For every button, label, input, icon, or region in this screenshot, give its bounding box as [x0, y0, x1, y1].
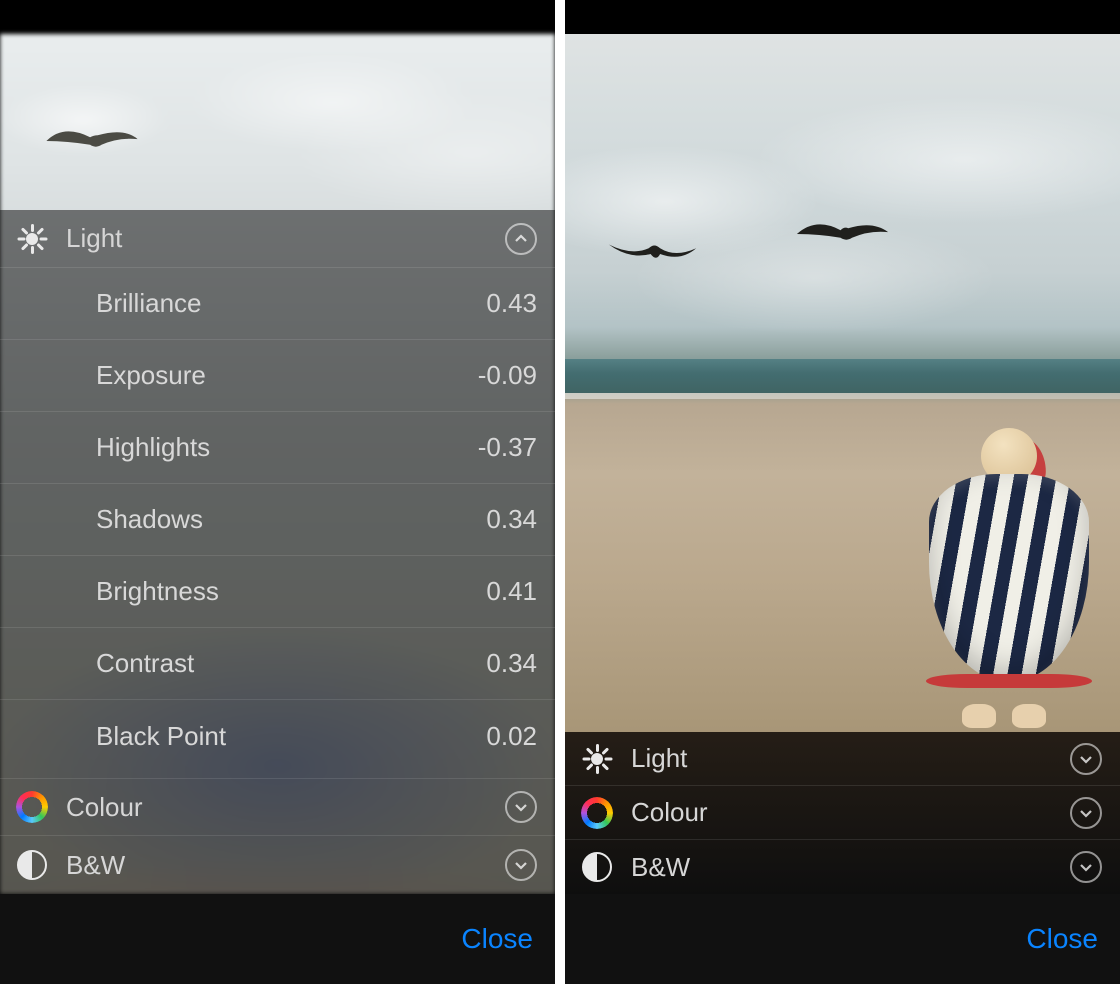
- bottom-bar-left: Close: [0, 894, 555, 984]
- bw-half-circle-icon: [14, 847, 50, 883]
- param-black-point[interactable]: Black Point 0.02: [0, 700, 555, 772]
- param-contrast[interactable]: Contrast 0.34: [0, 628, 555, 700]
- phone-screen-left: Light Brilliance 0.43 Exposure -0.09 Hig…: [0, 0, 555, 984]
- chevron-down-icon: [1070, 851, 1102, 883]
- child-figure: [924, 428, 1094, 728]
- bottom-bar-right: Close: [565, 894, 1120, 984]
- close-button[interactable]: Close: [461, 923, 533, 955]
- param-brilliance[interactable]: Brilliance 0.43: [0, 268, 555, 340]
- section-bw-label: B&W: [631, 852, 1070, 883]
- status-bar: [0, 0, 555, 34]
- bird-icon: [42, 122, 142, 160]
- param-highlights[interactable]: Highlights -0.37: [0, 412, 555, 484]
- sunshine-icon: [579, 741, 615, 777]
- section-bw-label: B&W: [66, 850, 505, 881]
- param-value: -0.09: [478, 360, 537, 391]
- param-value: 0.34: [486, 504, 537, 535]
- chevron-down-icon: [1070, 797, 1102, 829]
- chevron-down-icon: [1070, 743, 1102, 775]
- param-label: Black Point: [96, 721, 486, 752]
- param-exposure[interactable]: Exposure -0.09: [0, 340, 555, 412]
- adjustments-panel-left: Light Brilliance 0.43 Exposure -0.09 Hig…: [0, 210, 555, 894]
- chevron-down-icon: [505, 791, 537, 823]
- photo-preview-right: [565, 34, 1120, 732]
- section-light[interactable]: Light: [565, 732, 1120, 786]
- param-label: Exposure: [96, 360, 478, 391]
- param-value: 0.41: [486, 576, 537, 607]
- param-label: Brilliance: [96, 288, 486, 319]
- section-bw[interactable]: B&W: [565, 840, 1120, 894]
- section-light[interactable]: Light: [0, 210, 555, 268]
- chevron-down-icon: [505, 849, 537, 881]
- bird-icon: [605, 234, 700, 274]
- param-value: 0.34: [486, 648, 537, 679]
- bw-half-circle-icon: [579, 849, 615, 885]
- param-label: Brightness: [96, 576, 486, 607]
- section-colour[interactable]: Colour: [0, 778, 555, 836]
- section-light-label: Light: [66, 223, 505, 254]
- close-button[interactable]: Close: [1026, 923, 1098, 955]
- section-colour-label: Colour: [631, 797, 1070, 828]
- param-brightness[interactable]: Brightness 0.41: [0, 556, 555, 628]
- adjustments-panel-right: Light Colour B&W: [565, 732, 1120, 894]
- param-label: Highlights: [96, 432, 478, 463]
- bird-icon: [795, 212, 890, 256]
- section-colour[interactable]: Colour: [565, 786, 1120, 840]
- phone-screen-right: Light Colour B&W: [565, 0, 1120, 984]
- rainbow-ring-icon: [579, 795, 615, 831]
- rainbow-ring-icon: [14, 789, 50, 825]
- param-shadows[interactable]: Shadows 0.34: [0, 484, 555, 556]
- section-bw[interactable]: B&W: [0, 836, 555, 894]
- param-label: Shadows: [96, 504, 486, 535]
- chevron-up-icon: [505, 223, 537, 255]
- param-label: Contrast: [96, 648, 486, 679]
- section-colour-label: Colour: [66, 792, 505, 823]
- light-params-list: Brilliance 0.43 Exposure -0.09 Highlight…: [0, 268, 555, 778]
- param-value: -0.37: [478, 432, 537, 463]
- param-value: 0.43: [486, 288, 537, 319]
- sunshine-icon: [14, 221, 50, 257]
- param-value: 0.02: [486, 721, 537, 752]
- section-light-label: Light: [631, 743, 1070, 774]
- status-bar: [565, 0, 1120, 34]
